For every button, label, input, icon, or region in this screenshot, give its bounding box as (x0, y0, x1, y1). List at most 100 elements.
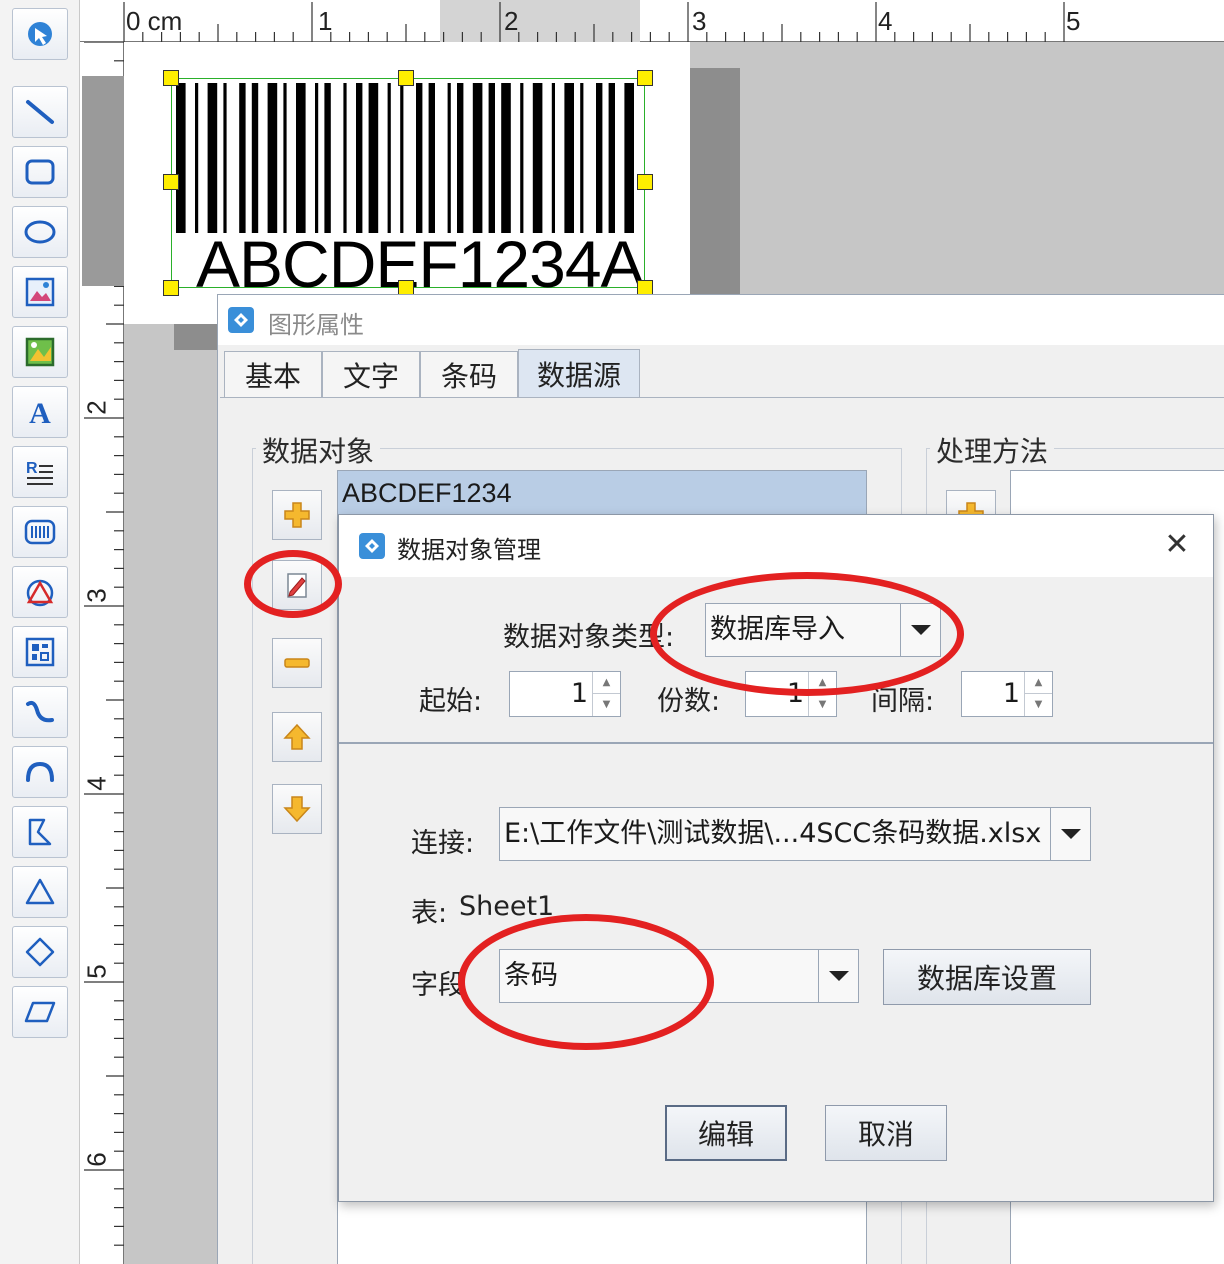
annotation-circle-object-type (650, 572, 964, 696)
barcode-bars (176, 83, 634, 233)
chevron-down-icon[interactable] (1050, 808, 1090, 860)
spin-down-icon[interactable]: ▼ (593, 694, 620, 716)
label-page[interactable]: ABCDEF1234A (124, 42, 690, 324)
diamond-tool[interactable] (12, 926, 68, 978)
object-type-label: 数据对象类型: (503, 622, 675, 653)
resize-handle-top[interactable] (398, 70, 414, 86)
horizontal-ruler: 0 cm 1 2 3 4 5 (80, 0, 1224, 42)
tab-text[interactable]: 文字 (322, 351, 420, 397)
dialog-titlebar: 数据对象管理 ✕ (339, 515, 1213, 577)
chevron-down-icon[interactable] (818, 950, 858, 1002)
barcode-bar (315, 83, 319, 233)
plus-icon (284, 502, 310, 528)
list-item[interactable]: ABCDEF1234 (338, 471, 866, 515)
text-a-icon: A (29, 397, 51, 430)
barcode-bar (472, 83, 483, 233)
ruler-label: 4 (81, 776, 112, 791)
minus-icon (284, 658, 310, 668)
annotation-circle-edit-button (244, 550, 342, 618)
curve-icon (26, 700, 54, 723)
arc-tool[interactable] (12, 746, 68, 798)
triangle-tool[interactable] (12, 866, 68, 918)
resize-handle-left[interactable] (163, 174, 179, 190)
barcode-bar (176, 83, 186, 233)
barcode-bar (387, 83, 391, 233)
select-tool[interactable] (12, 8, 68, 60)
rich-text-tool[interactable]: R (12, 446, 68, 498)
ruler-label: 4 (878, 6, 893, 36)
barcode-bar (501, 83, 511, 233)
barcode-human-readable-text: ABCDEF1234A (196, 227, 645, 301)
ruler-label: 2 (81, 400, 112, 415)
barcode-bar (207, 83, 218, 233)
copies-label: 份数: (657, 686, 721, 717)
barcode-object[interactable]: ABCDEF1234A (171, 78, 645, 297)
resize-handle-top-right[interactable] (637, 70, 653, 86)
dialog-separator (339, 742, 1213, 744)
ellipse-icon (24, 220, 56, 244)
diamond-icon (25, 937, 55, 967)
spin-down-icon[interactable]: ▼ (809, 694, 836, 716)
ellipse-tool[interactable] (12, 206, 68, 258)
move-down-button[interactable] (272, 784, 322, 834)
shape-tool[interactable] (12, 566, 68, 618)
image-icon (25, 277, 55, 307)
connection-select[interactable]: E:\工作文件\测试数据\...4SCC条码数据.xlsx (499, 807, 1091, 861)
field-label: 字段 (411, 970, 465, 1001)
barcode-bar (283, 83, 287, 233)
line-icon (26, 100, 54, 124)
ruler-label: 2 (504, 6, 519, 36)
database-settings-button[interactable]: 数据库设置 (883, 949, 1091, 1005)
ruler-label: 5 (1066, 6, 1081, 36)
barcode-bar (624, 83, 634, 233)
barcode-bar (488, 83, 495, 233)
picture-tool[interactable] (12, 326, 68, 378)
resize-handle-right[interactable] (637, 174, 653, 190)
horizontal-ruler-ticks (123, 2, 1065, 42)
image-tool[interactable] (12, 266, 68, 318)
processing-method-group-label: 处理方法 (930, 430, 1055, 470)
tab-basic[interactable]: 基本 (224, 351, 322, 397)
polygon-tool[interactable] (12, 806, 68, 858)
barcode-bar (564, 83, 574, 233)
barcode-bar (520, 83, 524, 233)
resize-handle-top-left[interactable] (163, 70, 179, 86)
barcode-bar (368, 83, 379, 233)
barcode-icon (24, 519, 56, 545)
ruler-label: 6 (81, 1152, 112, 1167)
barcode-bar (324, 83, 331, 233)
picture-icon (25, 337, 55, 367)
app-logo-icon (359, 533, 385, 559)
remove-data-object-button[interactable] (272, 638, 322, 688)
rectangle-tool[interactable] (12, 146, 68, 198)
spin-down-icon[interactable]: ▼ (1025, 694, 1052, 716)
parallelogram-tool[interactable] (12, 986, 68, 1038)
close-icon[interactable]: ✕ (1159, 527, 1195, 563)
barcode-bar (400, 83, 404, 233)
line-tool[interactable] (12, 86, 68, 138)
add-data-object-button[interactable] (272, 490, 322, 540)
start-spinner[interactable]: 1 ▲ ▼ (509, 671, 621, 717)
spin-up-icon[interactable]: ▲ (1025, 672, 1052, 694)
barcode-bar (239, 83, 246, 233)
qrcode-tool[interactable] (12, 626, 68, 678)
move-up-button[interactable] (272, 712, 322, 762)
parallelogram-icon (24, 1001, 56, 1023)
interval-spinner[interactable]: 1 ▲ ▼ (961, 671, 1053, 717)
resize-handle-bottom-left[interactable] (163, 280, 179, 296)
barcode-bar (296, 83, 306, 233)
curve-tool[interactable] (12, 686, 68, 738)
spin-up-icon[interactable]: ▲ (593, 672, 620, 694)
barcode-bar (551, 83, 555, 233)
cancel-button[interactable]: 取消 (825, 1105, 947, 1161)
barcode-tool[interactable] (12, 506, 68, 558)
text-tool[interactable]: A (12, 386, 68, 438)
edit-button[interactable]: 编辑 (665, 1105, 787, 1161)
ruler-label: 0 cm (126, 6, 183, 36)
svg-text:R: R (26, 460, 38, 477)
tab-barcode[interactable]: 条码 (420, 351, 518, 397)
tab-datasource[interactable]: 数据源 (518, 349, 640, 397)
barcode-bar (195, 83, 199, 233)
properties-titlebar: 图形属性 (218, 295, 1224, 345)
barcode-bar (580, 83, 584, 233)
